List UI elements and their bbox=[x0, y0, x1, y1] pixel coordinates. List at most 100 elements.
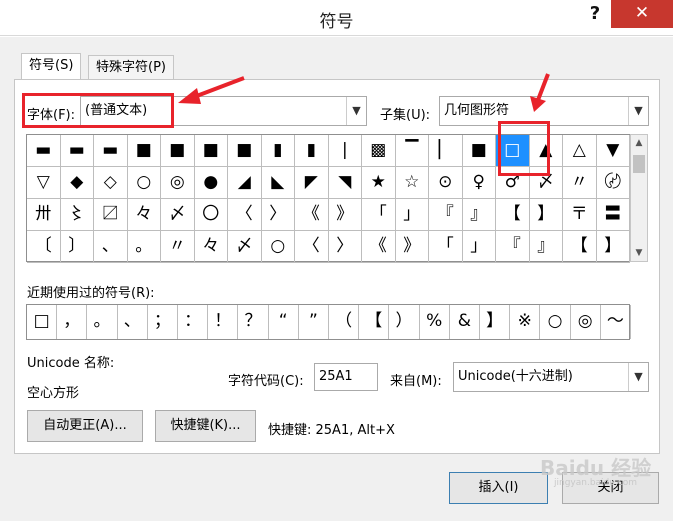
symbol-grid-scrollbar[interactable]: ▲ ▼ bbox=[630, 134, 648, 262]
symbol-cell[interactable]: 〆 bbox=[161, 199, 195, 231]
symbol-cell[interactable]: 〻 bbox=[60, 199, 94, 231]
symbol-cell[interactable]: 〺 bbox=[27, 199, 61, 231]
symbol-cell[interactable]: 〓 bbox=[596, 199, 630, 231]
symbol-cell[interactable]: 〃 bbox=[563, 167, 597, 199]
symbol-cell[interactable]: ▩ bbox=[362, 135, 396, 167]
help-button[interactable]: ? bbox=[584, 2, 606, 26]
symbol-cell[interactable]: ▼ bbox=[596, 135, 630, 167]
symbol-cell[interactable]: ■ bbox=[127, 135, 161, 167]
symbol-cell[interactable]: 《 bbox=[295, 199, 329, 231]
symbol-cell[interactable]: ▬ bbox=[27, 135, 61, 167]
symbol-cell[interactable]: ◣ bbox=[261, 167, 295, 199]
symbol-cell[interactable]: ⊙ bbox=[429, 167, 463, 199]
symbol-cell[interactable]: 〕 bbox=[60, 231, 94, 263]
symbol-cell[interactable]: 〒 bbox=[563, 199, 597, 231]
from-select[interactable]: Unicode(十六进制) ▼ bbox=[453, 362, 649, 392]
symbol-cell[interactable]: 】 bbox=[596, 231, 630, 263]
recent-symbol-cell[interactable]: ” bbox=[299, 305, 329, 339]
symbol-cell[interactable]: ● bbox=[194, 167, 228, 199]
symbol-cell[interactable]: ■ bbox=[462, 135, 496, 167]
symbol-cell[interactable]: 〼 bbox=[94, 199, 128, 231]
recent-symbol-cell[interactable]: 【 bbox=[359, 305, 390, 339]
symbol-cell[interactable]: ☆ bbox=[395, 167, 429, 199]
recent-symbol-cell[interactable]: ◎ bbox=[571, 305, 601, 339]
symbol-cell[interactable]: 」 bbox=[462, 231, 496, 263]
recent-symbol-cell[interactable]: ※ bbox=[510, 305, 541, 339]
symbol-cell[interactable]: 〉 bbox=[261, 199, 295, 231]
symbol-cell[interactable]: 『 bbox=[429, 199, 463, 231]
symbol-cell[interactable]: ■ bbox=[161, 135, 195, 167]
recent-symbol-cell[interactable]: ？ bbox=[238, 305, 269, 339]
recent-symbol-cell[interactable]: ～ bbox=[601, 305, 631, 339]
symbol-cell[interactable]: 〇 bbox=[194, 199, 228, 231]
recent-symbol-cell[interactable]: & bbox=[450, 305, 480, 339]
recent-symbol-cell[interactable]: （ bbox=[329, 305, 360, 339]
symbol-cell[interactable]: ▏ bbox=[429, 135, 463, 167]
symbol-cell[interactable]: ▮ bbox=[295, 135, 329, 167]
symbol-cell[interactable]: ❘ bbox=[328, 135, 362, 167]
tab-symbols[interactable]: 符号(S) bbox=[21, 53, 82, 81]
symbol-cell[interactable]: 〈 bbox=[295, 231, 329, 263]
scroll-up-icon[interactable]: ▲ bbox=[631, 135, 647, 151]
symbol-cell[interactable]: 《 bbox=[362, 231, 396, 263]
symbol-cell[interactable]: ■ bbox=[228, 135, 262, 167]
symbol-cell[interactable]: ★ bbox=[362, 167, 396, 199]
symbol-cell[interactable]: 【 bbox=[496, 199, 530, 231]
symbol-cell[interactable]: ▬ bbox=[94, 135, 128, 167]
recent-symbols-row[interactable]: □，。、；：！？ “” （【）% &】 ※ ○ ◎ ～ bbox=[26, 304, 631, 340]
symbol-cell[interactable]: 〔 bbox=[27, 231, 61, 263]
symbol-cell[interactable]: ▮ bbox=[261, 135, 295, 167]
symbol-cell[interactable]: 。 bbox=[127, 231, 161, 263]
recent-symbol-cell[interactable]: 。 bbox=[87, 305, 118, 339]
symbol-cell[interactable]: ◤ bbox=[295, 167, 329, 199]
recent-symbol-cell[interactable]: 】 bbox=[480, 305, 511, 339]
chevron-down-icon[interactable]: ▼ bbox=[346, 97, 366, 125]
symbol-cell[interactable]: ◆ bbox=[60, 167, 94, 199]
tab-special-characters[interactable]: 特殊字符(P) bbox=[88, 55, 174, 81]
symbol-cell[interactable]: ▽ bbox=[27, 167, 61, 199]
symbol-cell[interactable]: △ bbox=[563, 135, 597, 167]
symbol-cell[interactable]: 」 bbox=[395, 199, 429, 231]
symbol-cell[interactable]: 〉 bbox=[328, 231, 362, 263]
shortcut-key-button[interactable]: 快捷键(K)... bbox=[155, 410, 256, 442]
symbol-cell[interactable]: 】 bbox=[529, 199, 563, 231]
symbol-cell[interactable]: 〈 bbox=[228, 199, 262, 231]
symbol-cell[interactable]: ■ bbox=[194, 135, 228, 167]
recent-symbol-cell[interactable]: □ bbox=[27, 305, 58, 339]
symbol-cell[interactable]: 々 bbox=[127, 199, 161, 231]
chevron-down-icon[interactable]: ▼ bbox=[628, 97, 648, 125]
window-close-button[interactable]: ✕ bbox=[611, 0, 673, 28]
symbol-cell[interactable]: 』 bbox=[529, 231, 563, 263]
symbol-cell[interactable]: ◎ bbox=[161, 167, 195, 199]
symbol-cell[interactable]: 「 bbox=[362, 199, 396, 231]
symbol-cell[interactable]: ◥ bbox=[328, 167, 362, 199]
symbol-cell[interactable]: 【 bbox=[563, 231, 597, 263]
symbol-cell[interactable]: ○ bbox=[261, 231, 295, 263]
scroll-down-icon[interactable]: ▼ bbox=[631, 245, 647, 261]
symbol-cell[interactable]: 》 bbox=[328, 199, 362, 231]
symbol-cell[interactable]: ▬ bbox=[60, 135, 94, 167]
char-code-input[interactable]: 25A1 bbox=[314, 363, 378, 391]
autocorrect-button[interactable]: 自动更正(A)... bbox=[27, 410, 143, 442]
symbol-cell[interactable]: 〆 bbox=[228, 231, 262, 263]
symbol-cell[interactable]: ○ bbox=[127, 167, 161, 199]
symbol-cell[interactable]: ▔ bbox=[395, 135, 429, 167]
symbol-cell[interactable]: 『 bbox=[496, 231, 530, 263]
recent-symbol-cell[interactable]: ： bbox=[178, 305, 209, 339]
recent-symbol-cell[interactable]: 、 bbox=[118, 305, 148, 339]
symbol-cell[interactable]: 「 bbox=[429, 231, 463, 263]
symbol-cell[interactable]: 、 bbox=[94, 231, 128, 263]
recent-symbol-cell[interactable]: ） bbox=[389, 305, 420, 339]
symbol-cell[interactable]: ◢ bbox=[228, 167, 262, 199]
recent-symbol-cell[interactable]: ， bbox=[57, 305, 88, 339]
recent-symbol-cell[interactable]: % bbox=[420, 305, 450, 339]
chevron-down-icon[interactable]: ▼ bbox=[628, 363, 648, 391]
recent-symbol-cell[interactable]: “ bbox=[269, 305, 299, 339]
symbol-cell[interactable]: 々 bbox=[194, 231, 228, 263]
symbol-cell[interactable]: 〃 bbox=[161, 231, 195, 263]
symbol-cell[interactable]: ◇ bbox=[94, 167, 128, 199]
insert-button[interactable]: 插入(I) bbox=[449, 472, 548, 504]
symbol-cell[interactable]: ♀ bbox=[462, 167, 496, 199]
recent-symbol-cell[interactable]: ！ bbox=[208, 305, 239, 339]
symbol-cell[interactable]: 》 bbox=[395, 231, 429, 263]
